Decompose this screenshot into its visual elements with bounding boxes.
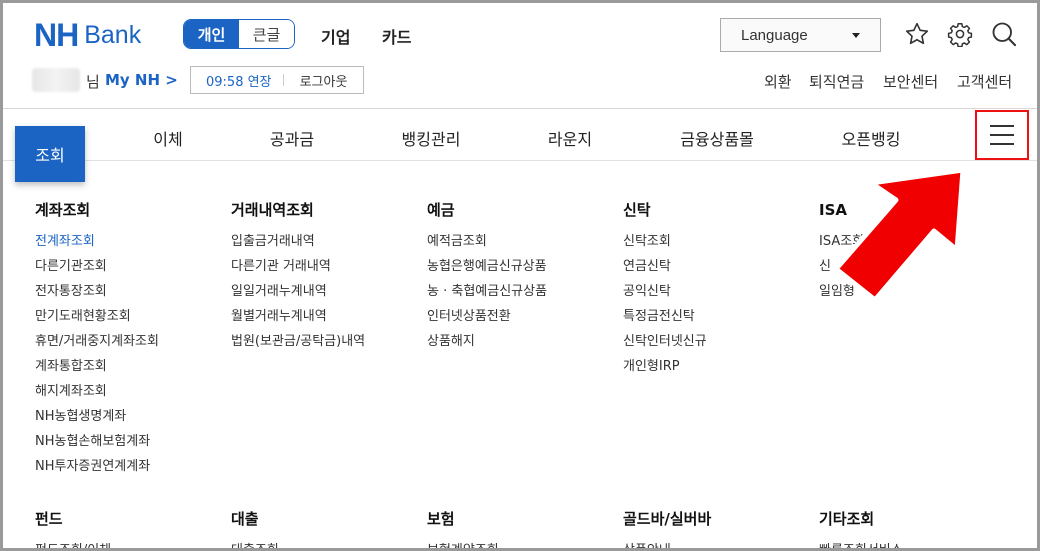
mode-toggle: 개인 큰글 [183,19,295,49]
section-title: 신탁 [623,201,651,219]
section-title: 골드바/실버바 [623,510,712,528]
menu-item[interactable]: 인터넷상품전환 [427,304,617,329]
menu-item[interactable]: 전계좌조회 [35,229,225,254]
menu-item[interactable]: 신탁인터넷신규 [623,329,813,354]
menu-item[interactable]: 월별거래누계내역 [231,304,421,329]
section-title: 대출 [231,510,259,528]
user-honorific: 님 [86,73,100,91]
menu-item[interactable]: 공익신탁 [623,279,813,304]
section-title: 예금 [427,201,455,219]
menu-item[interactable]: 일일거래누계내역 [231,279,421,304]
menu-section-other: 기타조회 빠른조회서비스 [819,509,1009,551]
menu-section-fund: 펀드 펀드조회/이체 [35,509,225,551]
menu-item[interactable]: NH농협생명계좌 [35,404,225,429]
menu-item[interactable]: 일임형 [819,279,1009,304]
menu-section-transactions: 거래내역조회 입출금거래내역 다른기관 거래내역 일일거래누계내역 월별거래누계… [231,200,421,354]
menu-item[interactable]: 상품해지 [427,329,617,354]
gnb-tab-lounge[interactable]: 라운지 [548,126,592,150]
menu-item[interactable]: 전자통장조회 [35,279,225,304]
section-title: 보험 [427,510,455,528]
menu-section-insurance: 보험 보험계약조회 [427,509,617,551]
top-link-business[interactable]: 기업 [321,24,350,48]
menu-item[interactable]: 만기도래현황조회 [35,304,225,329]
menu-section-loan: 대출 대출조회 [231,509,421,551]
section-title: 계좌조회 [35,201,91,219]
gnb-divider [3,160,1037,161]
menu-item[interactable]: 개인형IRP [623,354,813,379]
language-select[interactable]: Language [720,18,881,52]
menu-item[interactable]: 다른기관 거래내역 [231,254,421,279]
menu-item[interactable]: 농협은행예금신규상품 [427,254,617,279]
menu-section-account: 계좌조회 전계좌조회 다른기관조회 전자통장조회 만기도래현황조회 휴면/거래중… [35,200,225,479]
user-name-masked [32,68,80,92]
menu-section-isa: ISA ISA조회 신 일임형 [819,200,1009,304]
gnb-tab-transfer[interactable]: 이체 [153,126,182,150]
menu-item[interactable]: 빠른조회서비스 [819,538,1009,551]
top-link-card[interactable]: 카드 [382,24,411,48]
gnb-tab-utility-bills[interactable]: 공과금 [270,126,314,150]
menu-section-trust: 신탁 신탁조회 연금신탁 공익신탁 특정금전신탁 신탁인터넷신규 개인형IRP [623,200,813,379]
util-link-pension[interactable]: 퇴직연금 [809,71,864,92]
mode-personal-button[interactable]: 개인 [184,20,239,48]
menu-item[interactable]: 입출금거래내역 [231,229,421,254]
menu-item[interactable]: 휴면/거래중지계좌조회 [35,329,225,354]
caret-down-icon [852,33,860,38]
section-title: ISA [819,201,847,219]
section-title: 기타조회 [819,510,875,528]
gnb-tab-open-banking[interactable]: 오픈뱅킹 [842,126,901,150]
menu-item[interactable]: NH농협손해보험계좌 [35,429,225,454]
hamburger-menu-button[interactable] [975,110,1029,160]
gnb-tab-product-mall[interactable]: 금융상품몰 [680,126,754,150]
util-link-support[interactable]: 고객센터 [957,71,1012,92]
menu-item[interactable]: 해지계좌조회 [35,379,225,404]
menu-item[interactable]: 농 · 축협예금신규상품 [427,279,617,304]
menu-item[interactable]: 대출조회 [231,538,421,551]
nh-bank-logo[interactable]: NH Bank [34,17,142,53]
search-icon[interactable] [990,20,1018,48]
my-nh-link[interactable]: My NH > [105,71,178,89]
menu-item[interactable]: 보험계약조회 [427,538,617,551]
language-select-value: Language [741,26,808,44]
header-divider [3,108,1037,109]
util-link-security[interactable]: 보안센터 [883,71,938,92]
menu-item[interactable]: 특정금전신탁 [623,304,813,329]
mode-large-text-button[interactable]: 큰글 [239,20,294,48]
menu-section-deposit: 예금 예적금조회 농협은행예금신규상품 농 · 축협예금신규상품 인터넷상품전환… [427,200,617,354]
gnb-tab-inquiry[interactable]: 조회 [15,126,85,182]
settings-gear-icon[interactable] [946,20,974,48]
section-title: 거래내역조회 [231,201,314,219]
logo-nh-text: NH [34,17,79,53]
section-title: 펀드 [35,510,63,528]
menu-item[interactable]: 신 [819,254,1009,279]
menu-item[interactable]: 신탁조회 [623,229,813,254]
menu-section-gold-silver: 골드바/실버바 상품안내 [623,509,813,551]
menu-item[interactable]: 다른기관조회 [35,254,225,279]
util-link-forex[interactable]: 외환 [764,71,792,92]
menu-line [990,125,1014,127]
menu-item[interactable]: 법원(보관금/공탁금)내역 [231,329,421,354]
session-extend-button[interactable]: 09:58 연장 [191,71,283,90]
menu-item[interactable]: 연금신탁 [623,254,813,279]
logo-bank-text: Bank [84,21,142,49]
session-box: 09:58 연장 로그아웃 [190,66,364,94]
logout-button[interactable]: 로그아웃 [284,71,363,90]
menu-item[interactable]: 계좌통합조회 [35,354,225,379]
menu-item[interactable]: 상품안내 [623,538,813,551]
menu-line [990,143,1014,145]
menu-item[interactable]: 펀드조회/이체 [35,538,225,551]
favorite-star-icon[interactable] [903,20,931,48]
menu-item[interactable]: ISA조회 [819,229,1009,254]
menu-line [990,134,1014,136]
menu-item[interactable]: NH투자증권연계계좌 [35,454,225,479]
gnb-tab-banking-mgmt[interactable]: 뱅킹관리 [402,126,461,150]
menu-item[interactable]: 예적금조회 [427,229,617,254]
